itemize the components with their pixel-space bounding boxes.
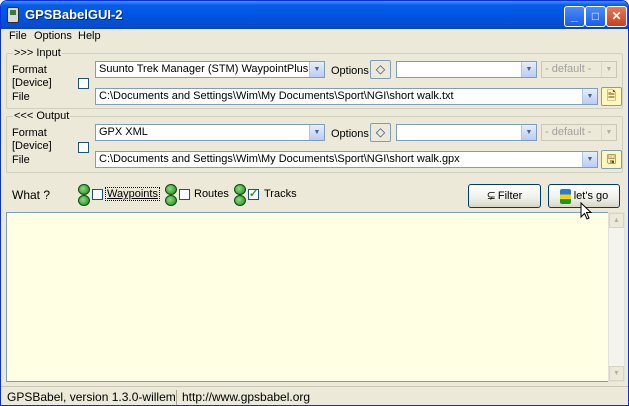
lets-go-button-label: let's go [573,190,609,202]
waypoints-checkbox[interactable] [92,189,103,200]
status-version: GPSBabel, version 1.3.0-willem [3,390,177,405]
filter-button[interactable]: ⊊ Filter [468,184,541,208]
input-device-label: [Device] [12,77,52,89]
routes-status-icon [163,184,177,206]
output-default-select: - default - ▼ [541,124,617,141]
chevron-down-icon[interactable]: ▼ [309,125,324,140]
tracks-status-icon [232,184,246,206]
menu-options[interactable]: Options [34,30,72,42]
scroll-up-icon[interactable]: ▲ [609,213,624,228]
status-bar: GPSBabel, version 1.3.0-willem http://ww… [1,386,628,405]
input-options-book-button[interactable]: ◇ [370,60,391,79]
output-options-book-button[interactable]: ◇ [370,123,391,142]
mouse-cursor-icon [580,202,592,220]
open-file-icon: 🗎 [606,89,617,103]
menu-bar: File Options Help [1,29,628,45]
output-device-label: [Device] [12,140,52,152]
output-format-value: GPX XML [99,126,148,138]
input-format-label: Format [12,64,47,76]
scroll-down-icon[interactable]: ▼ [609,366,624,381]
maximize-button[interactable]: □ [585,6,606,27]
chevron-down-icon[interactable]: ▼ [521,125,536,140]
output-file-select[interactable]: C:\Documents and Settings\Wim\My Documen… [95,151,598,168]
filter-icon: ⊊ [486,190,496,202]
input-format-select[interactable]: Suunto Trek Manager (STM) WaypointPlus f… [95,61,325,78]
input-file-browse-button[interactable]: 🗎 [601,87,622,106]
book-icon: ◇ [375,62,386,76]
input-file-value: C:\Documents and Settings\Wim\My Documen… [99,90,454,102]
minimize-button[interactable]: _ [564,6,585,27]
menu-file[interactable]: File [9,30,27,42]
output-log-area[interactable] [6,212,612,382]
input-default-select: - default - ▼ [541,61,617,78]
output-format-select[interactable]: GPX XML ▼ [95,124,325,141]
book-icon: ◇ [375,125,386,139]
close-button[interactable]: ✕ [606,6,627,27]
menu-help[interactable]: Help [78,30,101,42]
chevron-down-icon[interactable]: ▼ [309,62,324,77]
routes-checkbox[interactable] [179,189,190,200]
chevron-down-icon[interactable]: ▼ [582,152,597,167]
chevron-down-icon: ▼ [601,62,616,77]
waypoints-status-icon [76,184,90,206]
input-file-label: File [12,91,30,103]
output-file-value: C:\Documents and Settings\Wim\My Documen… [99,153,460,165]
input-group-title: >>> Input [13,47,62,59]
output-options-label: Options [331,128,369,140]
output-file-label: File [12,154,30,166]
gps-device-icon [7,7,19,23]
input-format-value: Suunto Trek Manager (STM) WaypointPlus f… [99,63,325,75]
window-title: GPSBabelGUI-2 [25,7,123,22]
input-options-label: Options [331,65,369,77]
chevron-down-icon[interactable]: ▼ [582,89,597,104]
main-window: GPSBabelGUI-2 _ □ ✕ File Options Help >>… [0,0,629,406]
output-format-label: Format [12,127,47,139]
output-default-value: - default - [545,126,592,138]
chevron-down-icon[interactable]: ▼ [521,62,536,77]
chevron-down-icon: ▼ [601,125,616,140]
output-file-save-button[interactable]: 🖫 [601,150,622,169]
tracks-label[interactable]: Tracks [264,188,297,200]
input-default-value: - default - [545,63,592,75]
waypoints-label[interactable]: Waypoints [105,187,160,201]
status-url: http://www.gpsbabel.org [182,390,311,404]
save-file-icon: 🖫 [606,152,617,166]
tracks-checkbox[interactable] [248,187,259,200]
output-options-select[interactable]: ▼ [396,124,537,141]
output-group-title: <<< Output [13,110,71,122]
running-man-icon [559,188,571,204]
title-bar[interactable]: GPSBabelGUI-2 _ □ ✕ [1,1,628,29]
filter-button-label: Filter [497,190,523,202]
input-options-select[interactable]: ▼ [396,61,537,78]
log-vertical-scrollbar[interactable]: ▲ ▼ [608,212,625,382]
input-device-checkbox[interactable] [78,78,89,89]
routes-label[interactable]: Routes [194,188,229,200]
input-file-select[interactable]: C:\Documents and Settings\Wim\My Documen… [95,88,598,105]
what-label: What ? [12,188,51,202]
output-device-checkbox[interactable] [78,142,89,153]
